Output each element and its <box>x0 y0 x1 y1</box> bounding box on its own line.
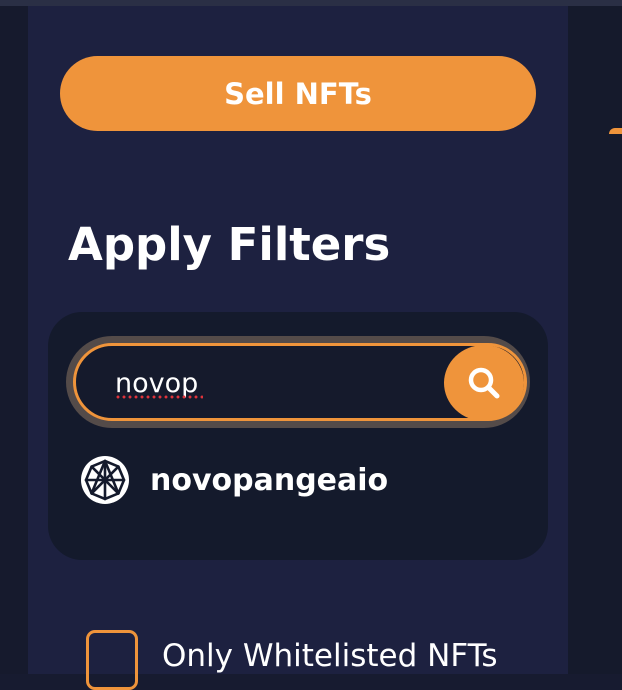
whitelist-checkbox[interactable] <box>86 630 138 690</box>
right-content-edge <box>568 6 622 674</box>
page-title: Apply Filters <box>68 218 391 271</box>
search-result-label: novopangeaio <box>150 462 389 498</box>
search-button[interactable] <box>444 345 524 421</box>
left-edge <box>0 6 28 674</box>
search-result-item[interactable]: novopangeaio <box>80 454 480 506</box>
whitelist-label: Only Whitelisted NFTs <box>162 638 498 674</box>
collection-logo-icon <box>81 456 129 504</box>
search-icon <box>468 367 500 399</box>
sell-nfts-button[interactable]: Sell NFTs <box>60 56 536 131</box>
spellcheck-underline <box>115 395 203 399</box>
right-accent-edge <box>609 128 622 134</box>
